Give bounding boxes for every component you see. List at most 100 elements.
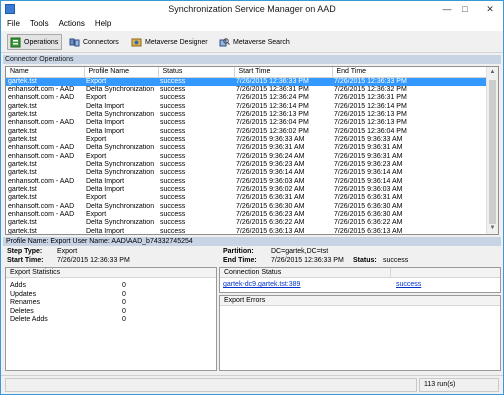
cell-end: 7/26/2015 12:36:13 PM: [334, 119, 407, 127]
cell-status: success: [160, 211, 186, 218]
cell-status: success: [160, 102, 186, 110]
partition-value: DC=gartek,DC=tst: [271, 248, 329, 255]
col-header-start[interactable]: Start Time: [234, 67, 333, 78]
scroll-up-icon[interactable]: ▲: [487, 67, 498, 78]
menu-bar: File Tools Actions Help: [1, 18, 503, 31]
table-row[interactable]: gartek.tst Delta Import success 7/26/2015 9…: [6, 186, 488, 194]
export-errors-panel: Export Errors: [219, 295, 501, 371]
cell-status: success: [160, 94, 186, 102]
cell-start: 7/26/2015 9:36:24 AM: [236, 152, 305, 160]
table-row[interactable]: gartek.tst Delta Import success 7/26/2015 1…: [6, 128, 488, 136]
cell-status: success: [160, 144, 186, 152]
cell-profile: Export: [84, 77, 158, 86]
table-row[interactable]: enhansoft.com - AAD Export success 7/26/201…: [6, 211, 488, 219]
table-row[interactable]: gartek.tst Delta Synchronization success 7/…: [6, 219, 488, 227]
cell-status: success: [160, 169, 186, 177]
cell-start: 7/26/2015 6:36:30 AM: [236, 202, 305, 210]
menu-tools[interactable]: Tools: [24, 18, 53, 28]
cell-start: 7/26/2015 6:36:22 AM: [236, 219, 305, 227]
table-row[interactable]: gartek.tst Export success 7/26/2015 12:36:3…: [6, 77, 488, 86]
export-statistics-panel: Export Statistics Adds 0 Updates 0 Renames 0 D…: [5, 267, 217, 371]
table-row[interactable]: gartek.tst Delta Synchronization success 7/…: [6, 161, 488, 169]
cell-status: success: [160, 160, 186, 168]
end-time-row: End Time: 7/26/2015 12:36:33 PM: [223, 257, 344, 264]
cell-profile: Delta Synchronization: [86, 85, 155, 93]
scroll-thumb[interactable]: [489, 80, 496, 224]
table-row[interactable]: enhansoft.com - AAD Delta Import success 7/…: [6, 178, 488, 186]
close-icon[interactable]: ✕: [479, 3, 501, 15]
menu-actions[interactable]: Actions: [53, 18, 89, 28]
cell-name: gartek.tst: [8, 227, 37, 235]
table-row[interactable]: enhansoft.com - AAD Export success 7/26/201…: [6, 153, 488, 161]
cell-status: success: [160, 177, 186, 185]
cell-start: 7/26/2015 6:36:13 AM: [236, 227, 305, 235]
status-row: Status: success: [353, 257, 408, 264]
cell-start: 7/26/2015 9:36:14 AM: [236, 169, 305, 177]
connection-status-link[interactable]: success: [396, 281, 421, 288]
step-type-row: Step Type: Export: [7, 248, 77, 255]
export-statistics-header: Export Statistics: [6, 268, 216, 278]
cell-end: 7/26/2015 9:36:14 AM: [334, 177, 403, 185]
cell-name: enhansoft.com - AAD: [8, 119, 75, 127]
stat-row: Delete Adds 0: [10, 316, 130, 324]
table-row[interactable]: gartek.tst Delta Synchronization success 7/…: [6, 111, 488, 119]
cell-status: success: [160, 152, 186, 160]
cell-end: 7/26/2015 9:36:23 AM: [334, 160, 403, 168]
metaverse-search-button[interactable]: Metaverse Search: [217, 34, 293, 50]
title-bar: Synchronization Service Manager on AAD —…: [1, 1, 503, 18]
status-bar: 113 run(s): [1, 375, 503, 394]
cell-name: enhansoft.com - AAD: [8, 177, 75, 185]
stat-label: Deletes: [10, 307, 34, 315]
maximize-icon[interactable]: □: [457, 3, 473, 15]
cell-name: gartek.tst: [8, 110, 37, 118]
table-row[interactable]: gartek.tst Delta Import success 7/26/2015 1…: [6, 103, 488, 111]
table-row[interactable]: gartek.tst Delta Import success 7/26/2015 6…: [6, 227, 488, 235]
table-row[interactable]: enhansoft.com - AAD Delta Synchronization…: [6, 203, 488, 211]
cell-profile: Delta Import: [86, 127, 125, 135]
cell-end: 7/26/2015 12:36:33 PM: [332, 77, 488, 86]
metaverse-search-icon: [219, 37, 230, 46]
toolbar: Operations Connectors Metaverse Designer…: [1, 31, 503, 53]
stat-value: 0: [122, 290, 126, 298]
connection-status-header-2: [390, 268, 500, 278]
cell-end: 7/26/2015 12:36:32 PM: [334, 85, 407, 93]
menu-file[interactable]: File: [1, 18, 24, 28]
cell-status: success: [160, 119, 186, 127]
table-row[interactable]: enhansoft.com - AAD Delta Synchronization…: [6, 86, 488, 94]
table-row[interactable]: enhansoft.com - AAD Delta Import success 7/…: [6, 119, 488, 127]
cell-profile: Delta Import: [86, 119, 125, 127]
cell-end: 7/26/2015 12:36:13 PM: [334, 110, 407, 118]
metaverse-designer-button[interactable]: Metaverse Designer: [129, 34, 211, 50]
table-row[interactable]: gartek.tst Export success 7/26/2015 9:36:33…: [6, 136, 488, 144]
cell-profile: Delta Import: [86, 185, 125, 193]
runs-scrollbar[interactable]: ▲ ▼: [486, 67, 498, 234]
col-header-profile[interactable]: Profile Name: [84, 67, 159, 78]
menu-help[interactable]: Help: [89, 18, 115, 28]
minimize-icon[interactable]: —: [439, 3, 455, 15]
stat-label: Delete Adds: [10, 316, 48, 324]
connection-status-header: Connection Status: [220, 268, 390, 278]
cell-profile: Delta Synchronization: [86, 144, 155, 152]
cell-profile: Delta Synchronization: [86, 160, 155, 168]
col-header-status[interactable]: Status: [158, 67, 235, 78]
table-row[interactable]: enhansoft.com - AAD Delta Synchronization…: [6, 144, 488, 152]
scroll-down-icon[interactable]: ▼: [487, 223, 498, 234]
cell-profile: Delta Synchronization: [86, 202, 155, 210]
cell-name: gartek.tst: [8, 169, 37, 177]
cell-name: enhansoft.com - AAD: [8, 152, 75, 160]
cell-end: 7/26/2015 9:36:14 AM: [334, 169, 403, 177]
operations-button[interactable]: Operations: [7, 34, 63, 50]
cell-status: success: [160, 227, 186, 235]
cell-name: gartek.tst: [6, 77, 84, 86]
table-row[interactable]: gartek.tst Delta Synchronization success 7/…: [6, 169, 488, 177]
cell-profile: Delta Synchronization: [86, 169, 155, 177]
table-row[interactable]: gartek.tst Export success 7/26/2015 6:36:31…: [6, 194, 488, 202]
col-header-end[interactable]: End Time: [332, 67, 489, 78]
cell-end: 7/26/2015 9:36:31 AM: [334, 152, 403, 160]
runs-table-container[interactable]: Name Profile Name Status Start Time End …: [5, 66, 499, 235]
connection-server-link[interactable]: gartek-dc9.gartek.tst:389: [223, 281, 300, 288]
cell-end: 7/26/2015 6:36:22 AM: [334, 219, 403, 227]
connectors-button[interactable]: Connectors: [67, 34, 122, 50]
table-row[interactable]: enhansoft.com - AAD Export success 7/26/201…: [6, 94, 488, 102]
col-header-name[interactable]: Name: [6, 67, 85, 78]
